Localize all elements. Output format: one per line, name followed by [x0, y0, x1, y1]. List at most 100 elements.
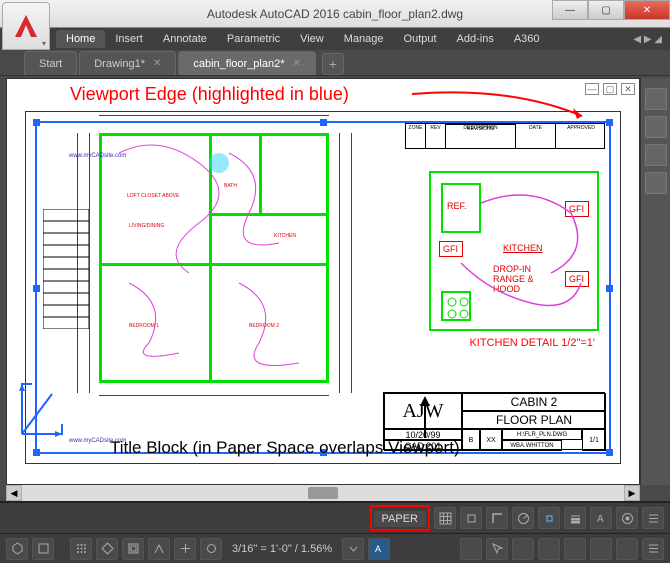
ribbon-tab-parametric[interactable]: Parametric [217, 30, 290, 48]
model-paper-toggle[interactable]: PAPER [374, 511, 426, 527]
ribbon-scroll[interactable]: ◀ ▶ ◢ [633, 34, 662, 45]
horizontal-scrollbar[interactable]: ◀ ▶ [6, 485, 640, 501]
isolate-icon[interactable] [590, 538, 612, 560]
ortho-icon[interactable] [486, 507, 508, 529]
polar-icon[interactable] [512, 507, 534, 529]
scroll-thumb[interactable] [308, 487, 338, 499]
drawing-maximize[interactable]: ▢ [603, 83, 617, 95]
hardware-accel-icon[interactable] [564, 538, 586, 560]
ribbon-tab-home[interactable]: Home [56, 30, 105, 48]
customize-icon[interactable] [642, 507, 664, 529]
annotation-icon[interactable]: A [590, 507, 612, 529]
tb-file: H:\FLR_PLN.DWG [502, 429, 582, 440]
scale-dropdown-icon[interactable] [342, 538, 364, 560]
room-label: BATH [224, 183, 237, 189]
selection-icon[interactable] [486, 538, 508, 560]
units-icon[interactable] [512, 538, 534, 560]
infer-icon[interactable] [122, 538, 144, 560]
ribbon: Home Insert Annotate Parametric View Man… [0, 28, 670, 50]
rev-col: ZONE [406, 124, 426, 148]
ribbon-tab-insert[interactable]: Insert [105, 30, 153, 48]
room-label: KITCHEN [274, 233, 296, 239]
quick-view-icon[interactable] [538, 538, 560, 560]
room-label: LIVING/DINING [129, 223, 164, 229]
annotation-title-block: Title Block (in Paper Space overlaps Vie… [110, 438, 460, 458]
maximize-button[interactable]: ▢ [588, 0, 624, 20]
tab-drawing1[interactable]: Drawing1* ✕ [79, 51, 176, 75]
tab-label: Drawing1* [94, 58, 145, 70]
grip-icon[interactable] [33, 449, 40, 456]
svg-text:A: A [597, 514, 604, 525]
grid-icon[interactable] [434, 507, 456, 529]
dynamic-input-icon[interactable] [148, 538, 170, 560]
rev-col: REV [426, 124, 446, 148]
file-tabs: Start Drawing1* ✕ cabin_floor_plan2* ✕ + [0, 50, 670, 76]
window-controls: — ▢ ✕ [552, 0, 670, 20]
room-label: BEDROOM 2 [249, 323, 279, 329]
rev-col: DATE [516, 124, 556, 148]
close-button[interactable]: ✕ [624, 0, 670, 20]
bottom-bar: 3/16" = 1'-0" / 1.56% A [0, 533, 670, 563]
grip-icon[interactable] [606, 285, 613, 292]
osnap-icon[interactable] [538, 507, 560, 529]
drawing-area[interactable]: — ▢ ✕ ZONE REV DESCRIPTION REVISIONS DAT… [6, 78, 640, 485]
watermark: www.myCADsite.com [69, 153, 126, 159]
ribbon-tab-addins[interactable]: Add-ins [447, 30, 504, 48]
quickprops-icon[interactable] [460, 538, 482, 560]
svg-text:A: A [375, 544, 381, 554]
customization-icon[interactable] [642, 538, 664, 560]
snap-icon[interactable] [460, 507, 482, 529]
grid-display-icon[interactable] [70, 538, 92, 560]
room-label: LOFT CLOSET ABOVE [127, 193, 179, 199]
annotation-scale-icon[interactable]: A [368, 538, 390, 560]
tab-label: Start [39, 58, 62, 70]
ribbon-tab-output[interactable]: Output [394, 30, 447, 48]
object-snap-icon[interactable] [200, 538, 222, 560]
tb-project: CABIN 2 [462, 393, 606, 411]
room-label: BEDROOM 1 [129, 323, 159, 329]
close-icon[interactable]: ✕ [153, 58, 161, 69]
close-icon[interactable]: ✕ [293, 58, 301, 69]
arrow-icon [400, 392, 450, 440]
application-menu-button[interactable]: ▾ [2, 2, 50, 50]
dim-line [99, 395, 329, 396]
minimize-button[interactable]: — [552, 0, 588, 20]
grip-icon[interactable] [33, 285, 40, 292]
tab-label: cabin_floor_plan2* [193, 58, 284, 70]
model-icon[interactable] [6, 538, 28, 560]
zoom-icon[interactable] [645, 144, 667, 166]
ribbon-tab-view[interactable]: View [290, 30, 334, 48]
viewport-scale[interactable]: 3/16" = 1'-0" / 1.56% [226, 543, 338, 555]
dim-line [89, 133, 90, 393]
drawing-window-controls: — ▢ ✕ [585, 83, 635, 95]
scroll-left-icon[interactable]: ◀ [6, 485, 22, 501]
layout-icon[interactable] [32, 538, 54, 560]
ribbon-tab-manage[interactable]: Manage [334, 30, 394, 48]
ortho-mode-icon[interactable] [174, 538, 196, 560]
tb-drawn: WBA.WHITTON [502, 440, 562, 451]
tab-cabin-floor-plan[interactable]: cabin_floor_plan2* ✕ [178, 51, 316, 75]
ribbon-tab-annotate[interactable]: Annotate [153, 30, 217, 48]
clean-screen-icon[interactable] [616, 538, 638, 560]
ribbon-tab-a360[interactable]: A360 [504, 30, 550, 48]
dim-line [351, 133, 352, 393]
grip-icon[interactable] [606, 119, 613, 126]
rev-col: APPROVED [556, 124, 606, 148]
pan-icon[interactable] [645, 116, 667, 138]
drawing-close[interactable]: ✕ [621, 83, 635, 95]
snap-mode-icon[interactable] [96, 538, 118, 560]
wiring-icon [99, 123, 329, 383]
grip-icon[interactable] [606, 449, 613, 456]
dim-line [99, 115, 329, 116]
new-tab-button[interactable]: + [322, 53, 344, 75]
workspace-icon[interactable] [616, 507, 638, 529]
tb-xx: XX [480, 429, 502, 451]
orbit-icon[interactable] [645, 172, 667, 194]
grip-icon[interactable] [33, 119, 40, 126]
tab-start[interactable]: Start [24, 51, 77, 75]
ucs-icon [17, 379, 67, 444]
scroll-right-icon[interactable]: ▶ [624, 485, 640, 501]
nav-wheel-icon[interactable] [645, 88, 667, 110]
floor-plan: LOFT CLOSET ABOVE LIVING/DINING BATH KIT… [99, 123, 329, 383]
lineweight-icon[interactable] [564, 507, 586, 529]
